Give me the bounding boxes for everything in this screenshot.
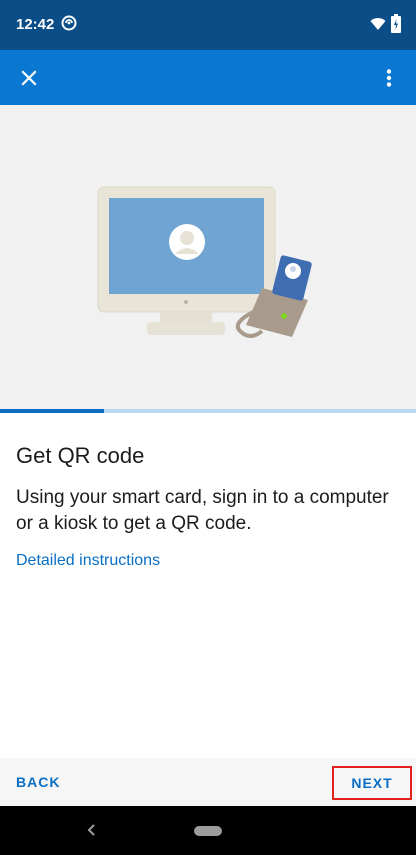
nav-home-button[interactable] (194, 826, 222, 836)
status-time: 12:42 (16, 16, 55, 33)
hero-illustration (0, 105, 416, 409)
more-options-button[interactable] (370, 59, 408, 97)
step-title: Get QR code (16, 443, 145, 468)
progress-fill (0, 409, 104, 413)
back-button[interactable]: BACK (16, 774, 60, 790)
sync-icon (61, 15, 77, 31)
progress-bar (0, 409, 416, 413)
more-vertical-icon (386, 69, 392, 87)
next-button[interactable]: NEXT (332, 766, 412, 800)
battery-icon (391, 14, 401, 33)
close-button[interactable] (10, 59, 48, 97)
close-icon (21, 70, 37, 86)
step-description: Using your smart card, sign in to a comp… (16, 487, 389, 534)
nav-back-icon[interactable] (82, 820, 102, 840)
wifi-icon (370, 18, 386, 30)
monitor-smart-card-illustration (97, 186, 312, 338)
detailed-instructions-link[interactable]: Detailed instructions (16, 552, 160, 570)
system-navigation-bar (0, 806, 416, 855)
status-bar: 12:42 (0, 0, 416, 50)
bottom-navigation: BACK NEXT (0, 758, 416, 806)
app-bar (0, 50, 416, 105)
